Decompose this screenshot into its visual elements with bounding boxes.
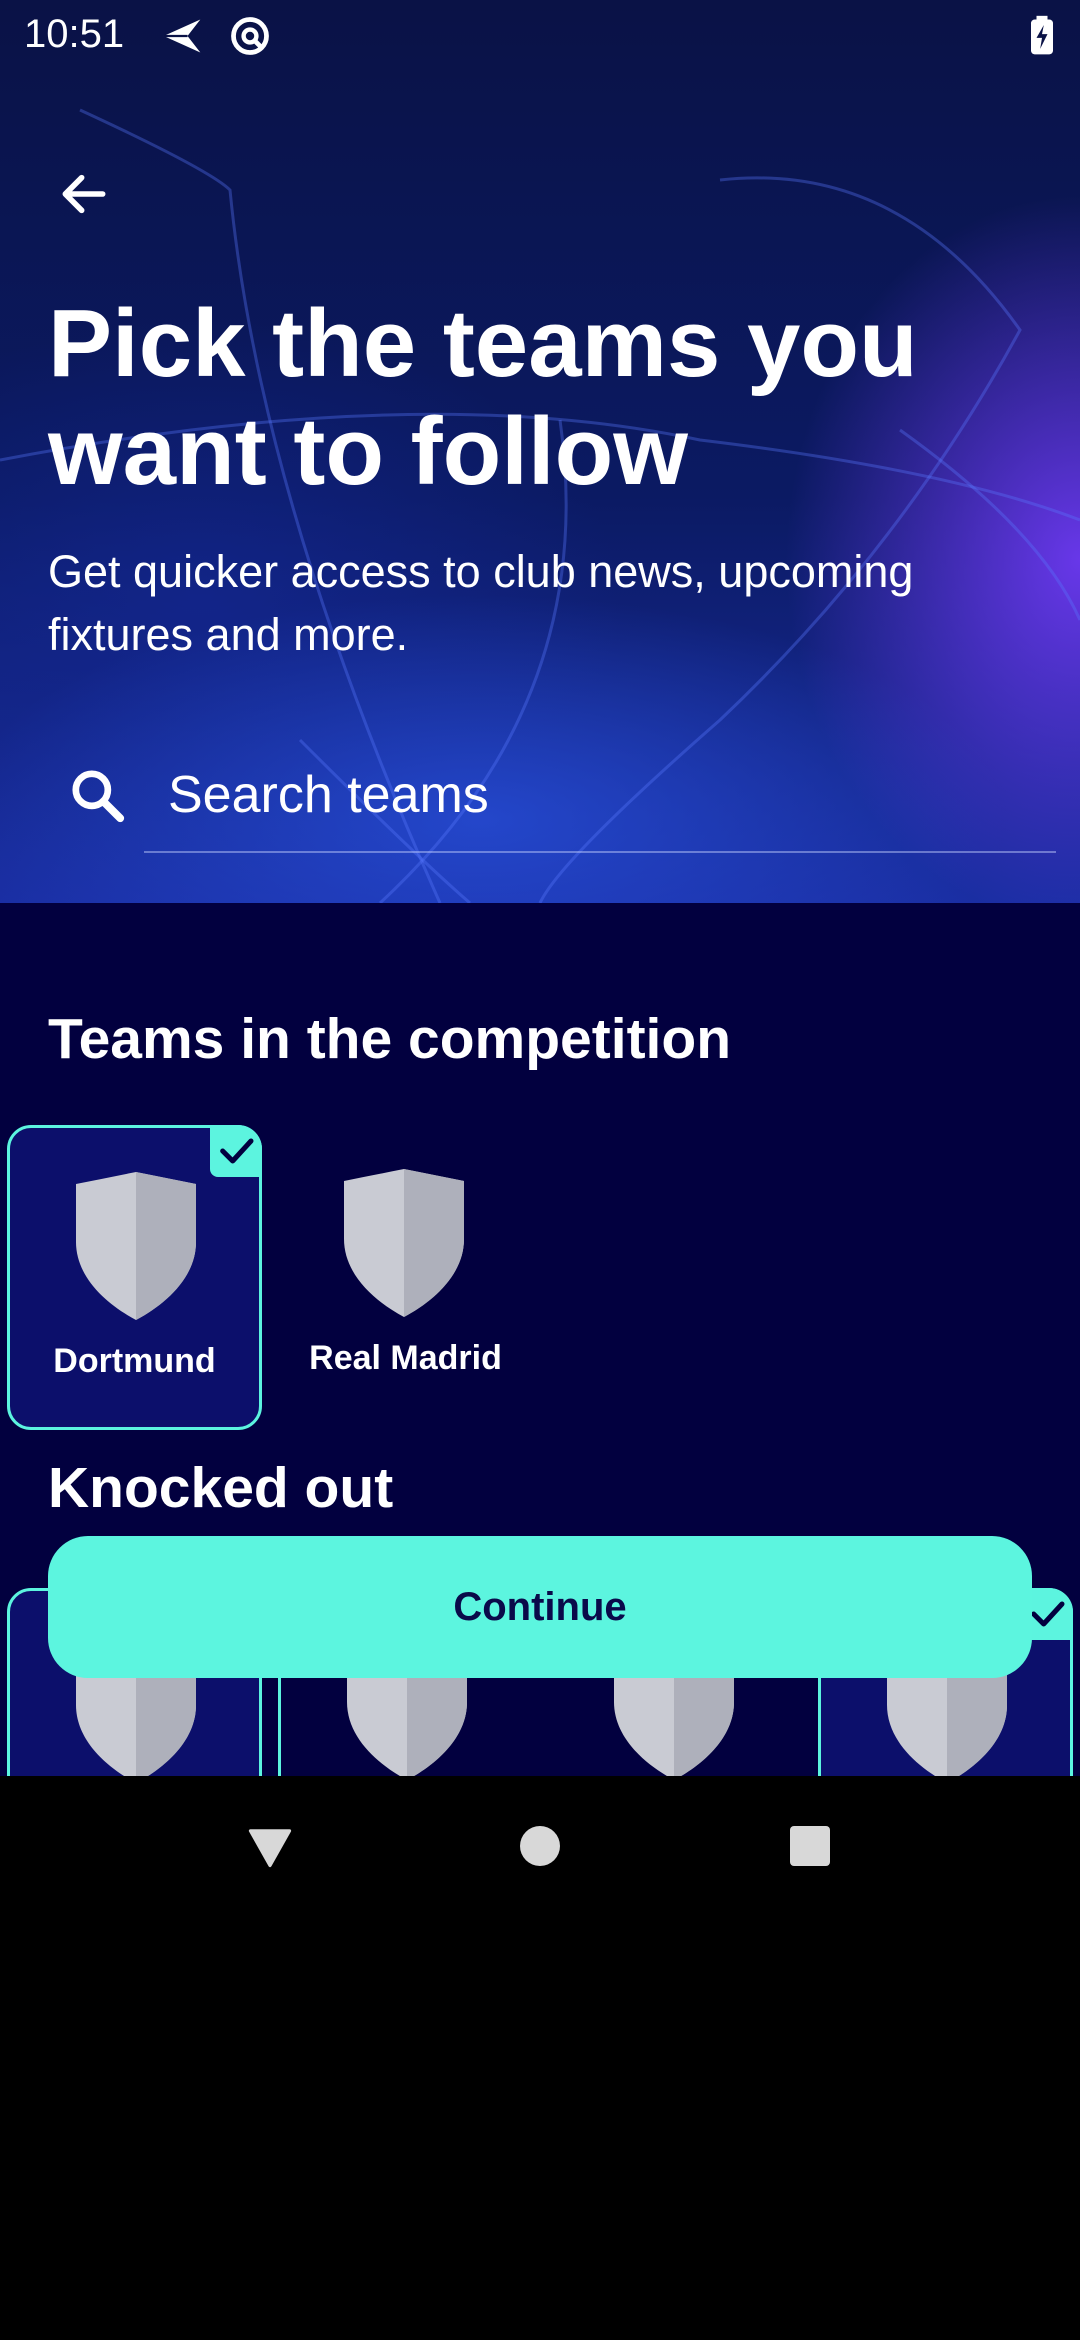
checkmark-icon: [220, 1138, 254, 1164]
team-name: Real Madrid: [309, 1339, 502, 1377]
section-title-knocked-out: Knocked out: [48, 1456, 394, 1520]
status-bar: 10:51: [0, 0, 1080, 72]
nav-back-button[interactable]: [240, 1816, 300, 1876]
home-circle-icon: [520, 1826, 560, 1866]
checkmark-icon: [1031, 1601, 1065, 1627]
selected-badge: [210, 1125, 262, 1177]
shield-icon: [76, 1172, 196, 1320]
app-screen: 10:51 Pick the teams you want to follow: [0, 0, 1080, 1776]
nav-home-button[interactable]: [510, 1816, 570, 1876]
back-button[interactable]: [50, 160, 118, 228]
search-icon: [72, 770, 125, 823]
battery-charging-icon: [1031, 15, 1053, 55]
team-card-real-madrid[interactable]: Real Madrid: [278, 1125, 533, 1430]
search-bar: [48, 740, 1056, 853]
team-name: Dortmund: [53, 1342, 216, 1380]
status-time: 10:51: [24, 12, 125, 56]
team-card-dortmund[interactable]: Dortmund: [7, 1125, 262, 1430]
section-title-competition: Teams in the competition: [48, 1007, 732, 1071]
page-subtitle: Get quicker access to club news, upcomin…: [48, 546, 914, 660]
recents-square-icon: [790, 1826, 830, 1866]
page-title: Pick the teams you want to follow: [48, 290, 918, 505]
arrow-left-icon: [62, 174, 106, 214]
shield-icon: [344, 1169, 464, 1317]
system-nav-bar: [0, 1776, 1080, 1916]
at-sign-icon: [231, 17, 269, 55]
nav-recents-button[interactable]: [780, 1816, 840, 1876]
search-input[interactable]: [168, 760, 1008, 830]
continue-button[interactable]: Continue: [48, 1536, 1032, 1678]
send-icon: [163, 19, 201, 53]
back-triangle-icon: [248, 1829, 292, 1868]
search-underline: [144, 851, 1056, 853]
hero-header: 10:51 Pick the teams you want to follow: [0, 0, 1080, 903]
